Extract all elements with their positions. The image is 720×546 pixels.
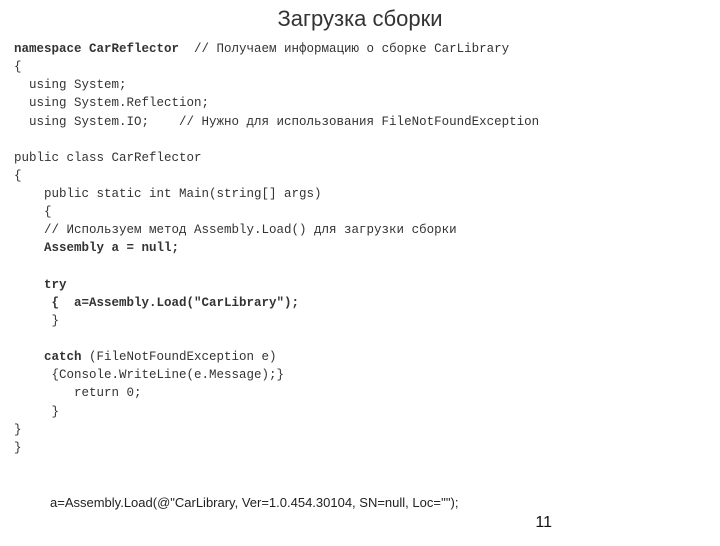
code-line: {: [14, 60, 22, 74]
code-line: return 0;: [14, 386, 142, 400]
code-line: namespace CarReflector: [14, 42, 179, 56]
code-line: public static int Main(string[] args): [14, 187, 322, 201]
code-line: public class CarReflector: [14, 151, 202, 165]
code-line: try: [14, 278, 67, 292]
code-line: Assembly a = null;: [14, 241, 179, 255]
code-line: catch: [14, 350, 82, 364]
code-line: // Используем метод Assembly.Load() для …: [14, 223, 457, 237]
code-line: }: [14, 423, 22, 437]
code-block: namespace CarReflector // Получаем инфор…: [0, 40, 720, 457]
code-line: }: [14, 314, 59, 328]
code-line: {: [14, 169, 22, 183]
code-line: {: [14, 205, 52, 219]
slide-title: Загрузка сборки: [0, 6, 720, 32]
code-line: (FileNotFoundException e): [82, 350, 277, 364]
footnote-text: a=Assembly.Load(@"CarLibrary, Ver=1.0.45…: [50, 495, 458, 510]
code-line: {Console.WriteLine(e.Message);}: [14, 368, 284, 382]
code-line: }: [14, 405, 59, 419]
code-line: // Получаем информацию о сборке CarLibra…: [179, 42, 509, 56]
page-number: 11: [535, 514, 552, 532]
code-line: { a=Assembly.Load("CarLibrary");: [14, 296, 299, 310]
code-line: using System;: [14, 78, 127, 92]
code-line: using System.IO; // Нужно для использова…: [14, 115, 539, 129]
code-line: using System.Reflection;: [14, 96, 209, 110]
code-line: }: [14, 441, 22, 455]
